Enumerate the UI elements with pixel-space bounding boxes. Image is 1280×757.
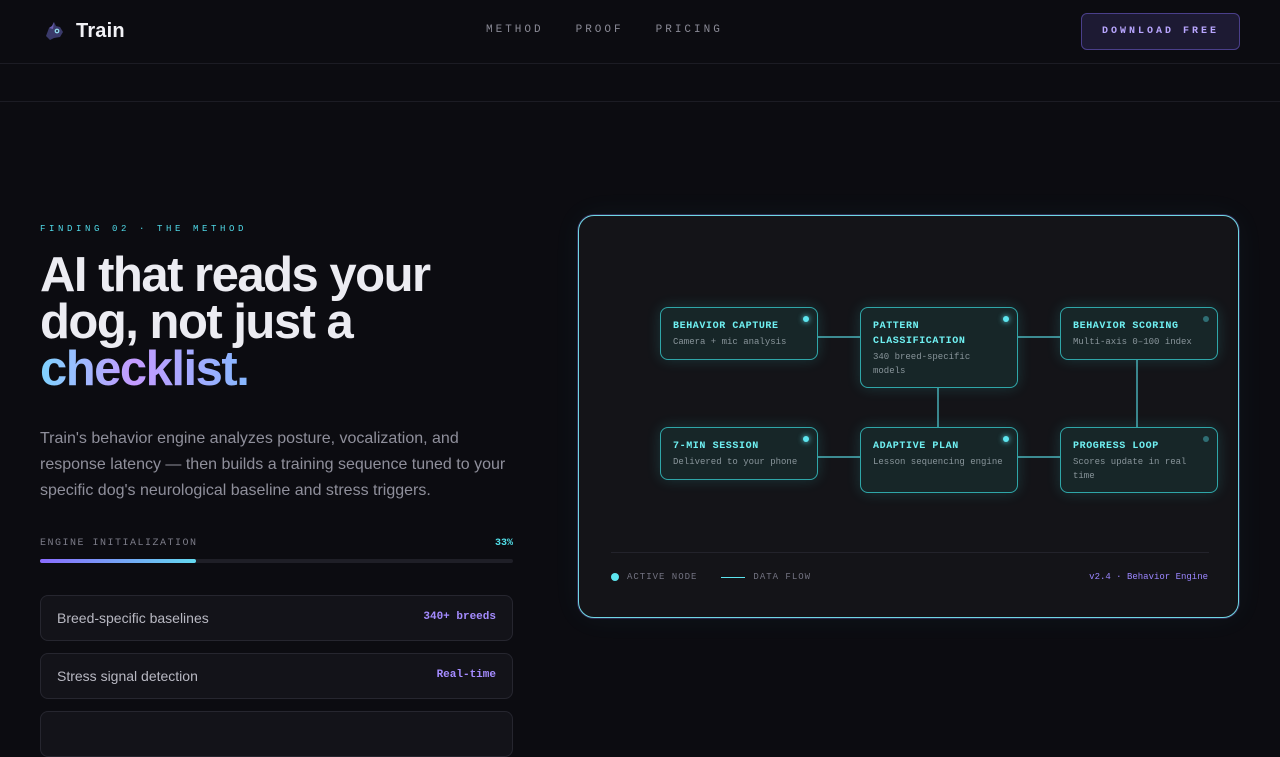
data-flow-legend-icon bbox=[721, 576, 746, 578]
node-description: Lesson sequencing engine bbox=[873, 457, 1003, 467]
node-title: PROGRESS LOOP bbox=[1073, 441, 1159, 452]
progress-value: 33% bbox=[494, 538, 513, 549]
feature-name: Stress signal detection bbox=[57, 668, 198, 684]
node-title: BEHAVIOR CAPTURE bbox=[673, 321, 779, 332]
node-description: Delivered to your phone bbox=[673, 457, 798, 467]
node-title: PATTERN CLASSIFICATION bbox=[873, 321, 966, 347]
main-nav: METHOD PROOF PRICING bbox=[486, 24, 723, 36]
nav-link-pricing[interactable]: PRICING bbox=[656, 24, 723, 36]
legend-active-label: ACTIVE NODE bbox=[627, 572, 698, 582]
node-pattern-classification[interactable]: PATTERN CLASSIFICATION 340 breed-specifi… bbox=[860, 307, 1018, 388]
feature-name: Breed-specific baselines bbox=[57, 610, 209, 626]
feature-row-partial bbox=[40, 711, 513, 757]
secondary-bar bbox=[0, 64, 1280, 102]
node-7-min-session[interactable]: 7-MIN SESSION Delivered to your phone bbox=[660, 427, 818, 480]
data-flow-lines bbox=[741, 336, 1138, 458]
brand-name: Train bbox=[76, 19, 125, 42]
active-node-dot bbox=[803, 316, 809, 322]
feature-row-stress-detection: Stress signal detection Real-time bbox=[40, 653, 513, 699]
node-behavior-scoring[interactable]: BEHAVIOR SCORING Multi-axis 0–100 index bbox=[1060, 307, 1218, 360]
hero-headline: AI that reads your dog, not just a check… bbox=[40, 251, 520, 396]
node-title: BEHAVIOR SCORING bbox=[1073, 321, 1179, 332]
progress-label: ENGINE INITIALIZATION bbox=[40, 538, 198, 549]
section-eyebrow: FINDING 02 · THE METHOD bbox=[40, 224, 248, 234]
inactive-node-dot bbox=[1203, 316, 1209, 322]
progress-track bbox=[40, 559, 513, 563]
hero-description: Train's behavior engine analyzes posture… bbox=[40, 430, 506, 499]
headline-line-2: dog, not just a bbox=[40, 295, 354, 349]
active-node-dot bbox=[1003, 316, 1009, 322]
brand-logo-link[interactable]: Train bbox=[42, 19, 125, 43]
active-node-legend-icon bbox=[611, 573, 619, 581]
active-node-dot bbox=[1003, 436, 1009, 442]
engine-version: v2.4 · Behavior Engine bbox=[1089, 572, 1208, 582]
active-node-dot bbox=[803, 436, 809, 442]
nav-link-method[interactable]: METHOD bbox=[486, 24, 544, 36]
feature-row-breed-baselines: Breed-specific baselines 340+ breeds bbox=[40, 595, 513, 641]
node-description: Multi-axis 0–100 index bbox=[1073, 337, 1192, 347]
progress-fill bbox=[40, 559, 197, 563]
headline-line-1: AI that reads your bbox=[40, 248, 431, 302]
dog-logo-icon bbox=[46, 22, 63, 40]
node-description: Camera + mic analysis bbox=[673, 337, 787, 347]
nav-link-proof[interactable]: PROOF bbox=[576, 24, 624, 36]
download-free-button[interactable]: DOWNLOAD FREE bbox=[1081, 13, 1240, 50]
node-progress-loop[interactable]: PROGRESS LOOP Scores update in real time bbox=[1060, 427, 1218, 493]
node-title: ADAPTIVE PLAN bbox=[873, 441, 959, 452]
card-divider bbox=[611, 552, 1209, 553]
headline-accent: checklist. bbox=[40, 342, 250, 396]
top-navigation-bar: Train METHOD PROOF PRICING DOWNLOAD FREE bbox=[0, 0, 1280, 64]
inactive-node-dot bbox=[1203, 436, 1209, 442]
feature-value: 340+ breeds bbox=[423, 611, 496, 623]
node-description: Scores update in real time bbox=[1073, 457, 1187, 481]
behavior-engine-diagram: BEHAVIOR CAPTURE Camera + mic analysis P… bbox=[578, 215, 1239, 618]
node-title: 7-MIN SESSION bbox=[673, 441, 759, 452]
diagram-legend: ACTIVE NODE DATA FLOW bbox=[611, 572, 811, 582]
node-behavior-capture[interactable]: BEHAVIOR CAPTURE Camera + mic analysis bbox=[660, 307, 818, 360]
legend-flow-label: DATA FLOW bbox=[753, 572, 812, 582]
feature-value: Real-time bbox=[436, 669, 496, 681]
node-adaptive-plan[interactable]: ADAPTIVE PLAN Lesson sequencing engine bbox=[860, 427, 1018, 493]
node-description: 340 breed-specific models bbox=[873, 352, 971, 376]
